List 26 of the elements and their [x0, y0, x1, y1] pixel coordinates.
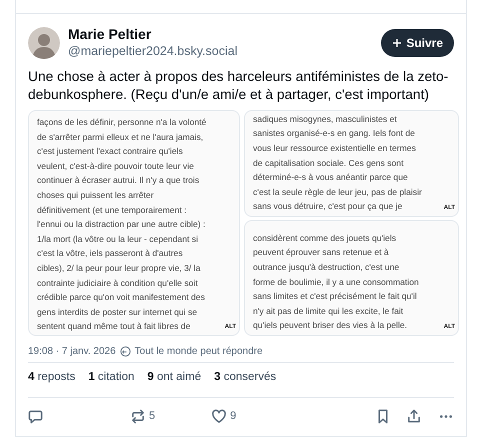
share-icon[interactable]: [407, 408, 421, 424]
attached-image[interactable]: [244, 220, 459, 336]
image-text: sadiques misogynes, masculinistes et sanistes organisé-e-s en gang. Iels font de vous leur ressource existentielle en termes de capitalisation sociale. Ces gens sont déterminé-e-s à vous anéantir parce que c'est la seule règle de leur jeu, pas de plaisir sans vous détruire, c'est pour ça que je: [253, 112, 422, 214]
stat-link[interactable]: 9 ont aimé: [147, 369, 202, 387]
bookmark-icon[interactable]: [376, 408, 390, 424]
stat-link[interactable]: 3 conservés: [214, 369, 276, 387]
image-text: façons de les définir, personne n'a la volonté de s'arrêter parmi elleux et ne l'aura jamais, c'est justement l'exact contraire qu'iels veulent, c'est-à-dire pouvoir toute leur vie continuer à écraser autrui. Il n'y a que trois choses qui puissent les arrêter définitivement (et une temporairement : l'ennui ou la distraction par une autre cible) : 1/la mort (la vôtre ou la leur - cependant si c'est la vôtre, iels passeront à d'autres cibles), 2/ la peur pour leur propre vie, 3/ la contrainte judiciaire à condition qu'elle soit crédible parce qu'on voit manifestement des gens interdits de poster sur internet qui se sentent quand même tout à fait libres de: [37, 116, 206, 334]
stat-link[interactable]: 4 reposts: [28, 369, 76, 387]
author-name[interactable]: Marie Peltier: [68, 26, 374, 43]
reply-setting[interactable]: Tout le monde peut répondre: [134, 344, 263, 358]
repost-icon[interactable]: [130, 408, 146, 424]
image-text: considèrent comme des jouets qu'iels peuvent éprouver sans retenue et à outrance jusqu'à destruction, c'est une forme de boulimie, il y a une consommation sans limites et c'est précisément le fait qu'il n'y ait pas de limite qui les excite, le fait qu'iels peuvent briser des vies à la pelle.: [253, 232, 419, 332]
like-icon[interactable]: [211, 408, 228, 424]
follow-button[interactable]: Suivre: [381, 28, 454, 56]
post-text: Une chose à acter à propos des harceleurs antiféministes de la zeto-debunkosphere. (Reçu d'un/e ami/e et à partager, c'est important): [28, 68, 450, 103]
attached-image[interactable]: [28, 110, 240, 336]
author-handle[interactable]: @mariepeltier2024.bsky.social: [68, 43, 374, 59]
post-timestamp: 19:08 · 7 janv. 2026: [28, 344, 116, 358]
plus-icon: [392, 38, 402, 48]
avatar[interactable]: [28, 26, 60, 58]
action-count: 9: [230, 408, 236, 424]
action-count: 5: [149, 408, 156, 424]
stat-link[interactable]: 1 citation: [88, 369, 134, 387]
reply-setting-icon: [120, 346, 131, 356]
reply-icon[interactable]: [28, 408, 43, 424]
attached-image[interactable]: [244, 110, 459, 217]
